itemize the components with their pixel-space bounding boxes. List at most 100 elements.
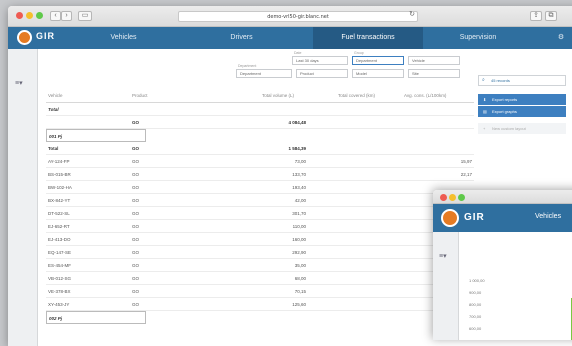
download-icon: ⬇ bbox=[483, 97, 487, 102]
table-row[interactable]: DT-522-SL GO 301,70 bbox=[46, 207, 474, 220]
new-layout-button[interactable]: + New custom layout bbox=[478, 123, 566, 134]
forward-button[interactable]: › bbox=[61, 11, 72, 21]
cell-volume: 35,00 bbox=[294, 263, 306, 268]
col-cons[interactable]: Avg. cons. (L/100km) bbox=[404, 93, 446, 98]
total-row[interactable]: Total bbox=[46, 103, 474, 116]
cell-vehicle: Total bbox=[48, 146, 59, 151]
group-row[interactable]: 001 Pj bbox=[46, 129, 146, 142]
share-icon[interactable]: ⇪ bbox=[530, 11, 542, 21]
cell-vehicle: 001 Pj bbox=[49, 134, 63, 139]
table-row[interactable]: EJ-652-RT GO 110,00 bbox=[46, 220, 474, 233]
table-row[interactable]: AY-124-FP GO 73,00 15,97 bbox=[46, 155, 474, 168]
cell-product: GO bbox=[132, 120, 140, 125]
product-select[interactable]: Product bbox=[296, 69, 348, 78]
close-dot-icon[interactable] bbox=[440, 194, 447, 201]
cell-product: GO bbox=[132, 172, 140, 177]
table-row[interactable]: BW-102-HA GO 193,40 bbox=[46, 181, 474, 194]
col-vehicle[interactable]: Vehicle bbox=[48, 93, 63, 98]
second-tab-vehicles[interactable]: Vehicles bbox=[535, 213, 561, 220]
cell-volume: 292,90 bbox=[292, 250, 306, 255]
second-logo-text: GIR bbox=[464, 212, 485, 223]
cell-product: GO bbox=[132, 250, 140, 255]
site-select[interactable]: Site bbox=[408, 69, 460, 78]
second-app-header: GIR Vehicles bbox=[433, 204, 572, 232]
minimize-dot-icon[interactable] bbox=[449, 194, 456, 201]
cell-vehicle: EJ-413-DO bbox=[48, 237, 71, 242]
browser-chrome: ‹ › ▭ demo-vrl50-gir.blanc.net ↻ ⇪ ⧉ bbox=[8, 6, 572, 27]
back-button[interactable]: ‹ bbox=[50, 11, 61, 21]
total-row[interactable]: GO 4 084,48 bbox=[46, 116, 474, 129]
cell-volume: 125,60 bbox=[292, 302, 306, 307]
table-row[interactable]: VB-012-SG GO 68,00 bbox=[46, 272, 474, 285]
menu-icon[interactable]: ≡▾ bbox=[439, 252, 447, 260]
table-row[interactable]: BX-842-YT GO 42,00 bbox=[46, 194, 474, 207]
reload-icon[interactable]: ↻ bbox=[408, 11, 416, 21]
table-row[interactable]: VE-378-BX GO 70,15 bbox=[46, 285, 474, 298]
export-graphs-button[interactable]: ▤ Export graphs bbox=[478, 106, 566, 117]
group-select[interactable]: Department bbox=[352, 56, 404, 65]
address-bar[interactable]: demo-vrl50-gir.blanc.net bbox=[178, 11, 418, 22]
model-select[interactable]: Model bbox=[352, 69, 404, 78]
cell-volume: 110,00 bbox=[292, 224, 306, 229]
table-row[interactable]: EJ-413-DO GO 160,00 bbox=[46, 233, 474, 246]
cell-volume: 73,00 bbox=[294, 159, 306, 164]
y-tick-label: 700,00 bbox=[469, 314, 482, 319]
cell-vehicle: AY-124-FP bbox=[48, 159, 70, 164]
cell-vehicle: DT-522-SL bbox=[48, 211, 70, 216]
cell-product: GO bbox=[132, 237, 140, 242]
cell-volume: 160,00 bbox=[292, 237, 306, 242]
cell-product: GO bbox=[132, 185, 140, 190]
tab-drivers[interactable]: Drivers bbox=[194, 27, 289, 49]
left-sidebar: ≡▾ bbox=[8, 49, 38, 346]
cell-product: GO bbox=[132, 159, 140, 164]
cell-vehicle: EQ-147-SE bbox=[48, 250, 72, 255]
table-row[interactable]: BS-015-BR GO 133,70 22,17 bbox=[46, 168, 474, 181]
cell-volume: 4 084,48 bbox=[288, 120, 306, 125]
cell-vehicle: BW-102-HA bbox=[48, 185, 72, 190]
cell-cons: 22,17 bbox=[460, 172, 472, 177]
group-label: Group bbox=[354, 51, 364, 55]
table-row[interactable]: EQ-147-SE GO 292,90 bbox=[46, 246, 474, 259]
cell-vehicle: XY-453-JY bbox=[48, 302, 70, 307]
col-covered[interactable]: Total covered (km) bbox=[338, 93, 375, 98]
cell-product: GO bbox=[132, 146, 140, 151]
cell-volume: 1 584,39 bbox=[288, 146, 306, 151]
cell-product: GO bbox=[132, 276, 140, 281]
cell-vehicle: VE-378-BX bbox=[48, 289, 71, 294]
y-tick-label: 600,00 bbox=[469, 326, 482, 331]
department-select[interactable]: Department bbox=[236, 69, 292, 78]
cell-volume: 301,70 bbox=[292, 211, 306, 216]
minimize-dot-icon[interactable] bbox=[26, 12, 33, 19]
cell-vehicle: VB-012-SG bbox=[48, 276, 72, 281]
table-row[interactable]: XY-453-JY GO 125,60 bbox=[46, 298, 474, 311]
sidebar-toggle-icon[interactable]: ▭ bbox=[78, 11, 92, 21]
zoom-dot-icon[interactable] bbox=[36, 12, 43, 19]
second-chrome bbox=[433, 190, 572, 204]
cell-vehicle: EJ-652-RT bbox=[48, 224, 70, 229]
zoom-dot-icon[interactable] bbox=[458, 194, 465, 201]
cell-volume: 70,15 bbox=[294, 289, 306, 294]
cell-vehicle: BS-015-BR bbox=[48, 172, 71, 177]
close-dot-icon[interactable] bbox=[16, 12, 23, 19]
total-row[interactable]: Total GO 1 584,39 bbox=[46, 142, 474, 155]
col-volume[interactable]: Total volume (L) bbox=[262, 93, 294, 98]
table-row[interactable]: ES-454-MF GO 35,00 bbox=[46, 259, 474, 272]
y-tick-label: 1 000,00 bbox=[469, 278, 485, 283]
search-icon: ⌕ bbox=[482, 77, 485, 83]
tab-fuel-transactions[interactable]: Fuel transactions bbox=[313, 27, 423, 49]
records-count: 45 records bbox=[491, 78, 510, 83]
tab-supervision[interactable]: Supervision bbox=[438, 27, 518, 49]
tab-vehicles[interactable]: Vehicles bbox=[76, 27, 171, 49]
period-select[interactable]: Last 30 days bbox=[292, 56, 348, 65]
tabs-icon[interactable]: ⧉ bbox=[545, 11, 557, 21]
col-product[interactable]: Product bbox=[132, 93, 148, 98]
vehicle-select[interactable]: Vehicle bbox=[408, 56, 460, 65]
gir-logo-icon bbox=[441, 209, 459, 227]
records-search[interactable]: ⌕ 45 records bbox=[478, 75, 566, 86]
group-row[interactable]: 002 Pj bbox=[46, 311, 146, 324]
menu-icon[interactable]: ≡▾ bbox=[15, 79, 23, 87]
export-reports-button[interactable]: ⬇ Export reports bbox=[478, 94, 566, 105]
plus-icon: + bbox=[483, 126, 486, 131]
cell-product: GO bbox=[132, 263, 140, 268]
settings-icon[interactable]: ⚙ bbox=[556, 27, 566, 49]
